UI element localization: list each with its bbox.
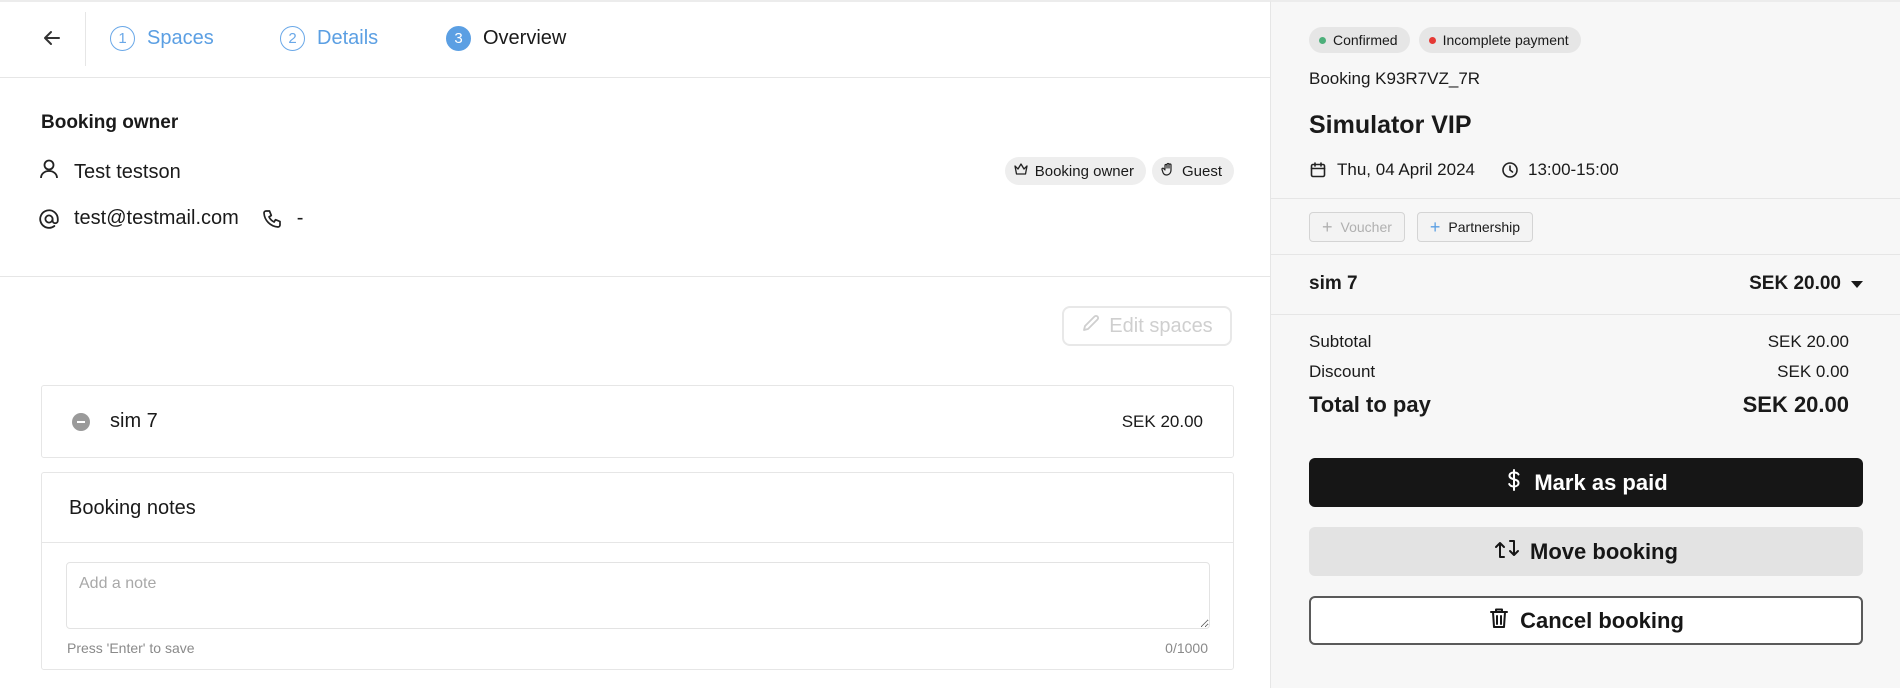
move-arrows-icon [1494, 537, 1520, 567]
owner-email: test@testmail.com [74, 207, 239, 229]
divider [0, 276, 1270, 277]
step-number: 3 [446, 26, 471, 51]
cancel-booking-label: Cancel booking [1520, 607, 1684, 633]
line-item-name: sim 7 [1309, 273, 1358, 294]
plus-icon: + [1322, 217, 1333, 237]
tag-label: Booking owner [1034, 162, 1134, 180]
discount-row: Discount SEK 0.00 [1309, 362, 1849, 382]
booking-date: Thu, 04 April 2024 [1337, 160, 1475, 179]
booking-time: 13:00-15:00 [1527, 160, 1619, 179]
cancel-booking-button[interactable]: Cancel booking [1309, 596, 1863, 645]
move-booking-button[interactable]: Move booking [1309, 527, 1863, 576]
tag-guest: Guest [1151, 157, 1234, 185]
owner-section-title: Booking owner [41, 112, 179, 133]
line-item: sim 7 SEK 20.00 [1309, 273, 1863, 295]
stepper: 1 Spaces 2 Details 3 Overview [0, 2, 1270, 78]
owner-phone: - [296, 207, 304, 229]
status-label: Incomplete payment [1442, 32, 1569, 48]
booking-notes-card: Booking notes Press 'Enter' to save 0/10… [41, 472, 1234, 670]
status-dot [1319, 36, 1326, 44]
plus-icon: + [1429, 217, 1441, 237]
step-label: Overview [483, 27, 567, 49]
subtotal-label: Subtotal [1309, 332, 1372, 351]
status-dot [1428, 36, 1436, 44]
step-label: Spaces [147, 27, 214, 49]
chip-label: Voucher [1340, 219, 1392, 235]
add-voucher-button[interactable]: + Voucher [1309, 212, 1405, 242]
step-details[interactable]: 2 Details [280, 26, 378, 51]
owner-tags: Booking owner Guest [1004, 157, 1234, 185]
dollar-icon [1504, 468, 1524, 498]
owner-name: Test testson [74, 160, 181, 183]
booking-summary-panel: Confirmed Incomplete payment Booking K93… [1270, 0, 1900, 688]
edit-spaces-label: Edit spaces [1109, 314, 1213, 337]
booking-editor: 1 Spaces 2 Details 3 Overview Booking ow… [0, 0, 1270, 688]
notes-counter: 0/1000 [1165, 640, 1208, 656]
edit-spaces-button[interactable]: Edit spaces [1062, 306, 1232, 346]
discount-value: SEK 0.00 [1777, 362, 1849, 381]
at-sign-icon [38, 208, 60, 230]
step-number: 1 [110, 26, 135, 51]
status-badge-payment: Incomplete payment [1418, 27, 1581, 53]
step-overview[interactable]: 3 Overview [446, 26, 566, 51]
line-item-price: SEK 20.00 [1749, 273, 1841, 294]
status-badge-confirmed: Confirmed [1309, 27, 1410, 53]
tag-booking-owner: Booking owner [1004, 157, 1146, 185]
tag-label: Guest [1181, 162, 1222, 180]
discount-label: Discount [1309, 362, 1376, 381]
total-label: Total to pay [1309, 392, 1431, 417]
line-item-toggle[interactable]: SEK 20.00 [1749, 273, 1863, 295]
mark-as-paid-label: Mark as paid [1534, 469, 1668, 495]
space-price: SEK 20.00 [1121, 412, 1203, 431]
user-icon [38, 158, 60, 186]
notes-hint: Press 'Enter' to save [67, 640, 195, 656]
step-label: Details [317, 27, 379, 49]
status-badges: Confirmed Incomplete payment [1309, 27, 1581, 53]
crown-icon [1013, 161, 1029, 181]
phone-icon [261, 208, 283, 230]
booking-title: Simulator VIP [1309, 111, 1472, 139]
calendar-icon [1309, 161, 1327, 179]
space-name: sim 7 [110, 410, 158, 432]
note-input[interactable] [66, 562, 1210, 629]
pencil-icon [1081, 313, 1101, 339]
booking-id: Booking K93R7VZ_7R [1309, 69, 1481, 88]
step-number: 2 [280, 26, 305, 51]
add-partnership-button[interactable]: + Partnership [1416, 212, 1533, 242]
divider [1271, 254, 1900, 255]
space-row: sim 7 SEK 20.00 [41, 385, 1234, 458]
stepper-divider [85, 12, 86, 66]
arrow-left-icon [42, 28, 62, 53]
caret-down-icon [1851, 280, 1863, 288]
divider [1271, 314, 1900, 315]
mark-as-paid-button[interactable]: Mark as paid [1309, 458, 1863, 507]
notes-title: Booking notes [42, 473, 1233, 543]
back-button[interactable] [38, 26, 66, 54]
booking-datetime: Thu, 04 April 2024 13:00-15:00 [1309, 160, 1619, 180]
chip-label: Partnership [1448, 219, 1520, 235]
step-spaces[interactable]: 1 Spaces [110, 26, 214, 51]
total-value: SEK 20.00 [1742, 392, 1849, 417]
hand-wave-icon [1160, 161, 1176, 181]
subtotal-value: SEK 20.00 [1767, 332, 1849, 351]
subtotal-row: Subtotal SEK 20.00 [1309, 332, 1849, 352]
remove-space-button[interactable] [72, 413, 90, 431]
trash-icon [1488, 606, 1510, 636]
status-label: Confirmed [1333, 32, 1398, 48]
clock-icon [1501, 161, 1519, 179]
move-booking-label: Move booking [1530, 538, 1678, 564]
divider [1271, 198, 1900, 199]
owner-contact-row: test@testmail.com - [38, 207, 303, 230]
total-row: Total to pay SEK 20.00 [1309, 392, 1849, 418]
discount-chips: + Voucher + Partnership [1309, 212, 1533, 242]
owner-name-row: Test testson [38, 158, 181, 186]
